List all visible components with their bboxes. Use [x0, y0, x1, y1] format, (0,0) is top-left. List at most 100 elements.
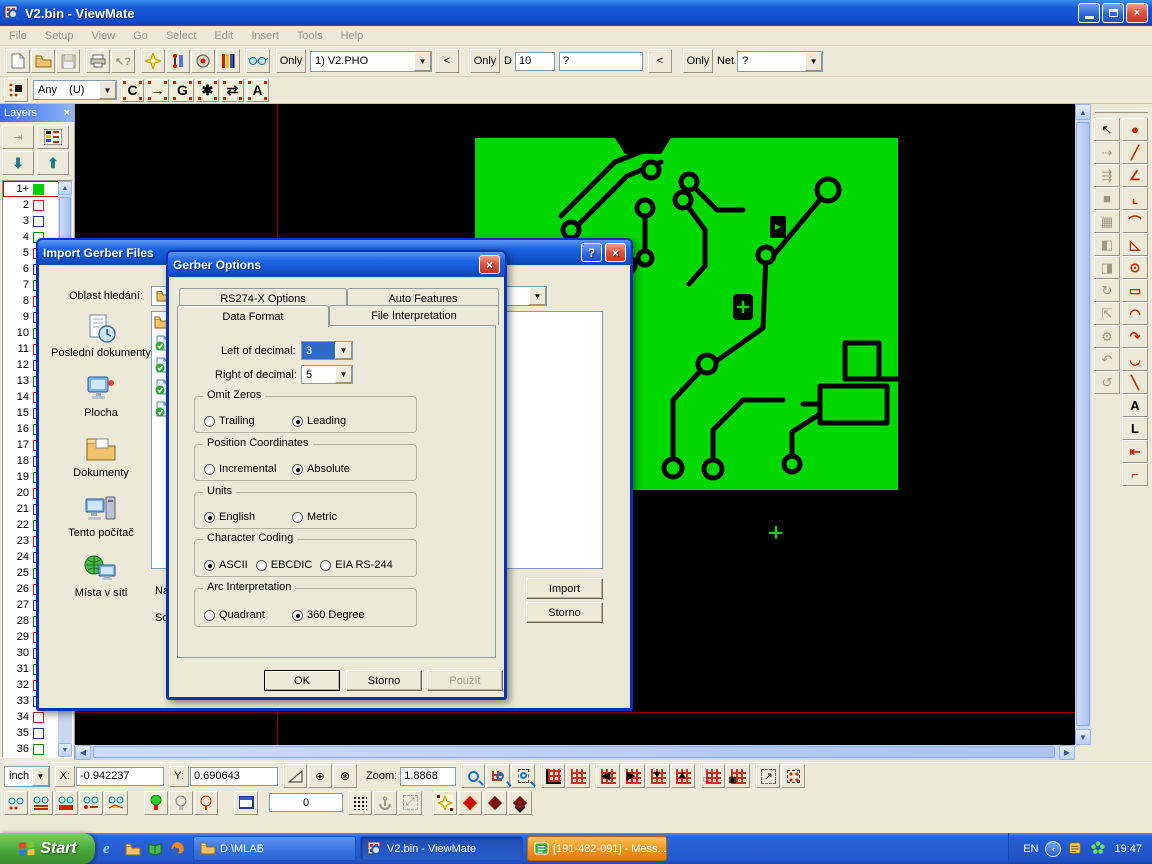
zoom-value-field[interactable]: 1.8868	[400, 767, 456, 786]
text-tool[interactable]: A	[1122, 394, 1148, 417]
print-button[interactable]	[86, 49, 110, 73]
left-of-decimal-select[interactable]: 3 ▼	[301, 341, 353, 360]
tray-icq-icon[interactable]	[1091, 841, 1107, 857]
radio-unselected-icon[interactable]	[204, 610, 215, 621]
radio-option-trailing[interactable]: Trailing	[204, 415, 292, 427]
dcode-c-button[interactable]: C	[121, 79, 144, 102]
dcode-flash-button[interactable]: ✱	[196, 79, 219, 102]
unit-select-dropdown[interactable]: ▼	[32, 767, 49, 786]
arc-up-tool[interactable]: ◠	[1122, 302, 1148, 325]
net-select-dropdown[interactable]: ▼	[805, 52, 822, 71]
mirror-h-tool[interactable]: ◧	[1094, 233, 1120, 256]
menu-item-file[interactable]: File	[0, 28, 36, 44]
radio-unselected-icon[interactable]	[256, 560, 267, 571]
layer-color-swatch[interactable]	[33, 184, 44, 195]
view-glasses-button[interactable]	[246, 49, 270, 73]
menu-item-select[interactable]: Select	[157, 28, 206, 44]
rotate-tool[interactable]: ↻	[1094, 279, 1120, 302]
gerber-dialog-close-button[interactable]: ×	[479, 255, 500, 274]
gerber-cancel-button[interactable]: Storno	[346, 670, 422, 691]
place-recent[interactable]: Poslední dokumenty	[49, 313, 153, 359]
radio-option-360-degree[interactable]: 360 Degree	[292, 609, 365, 621]
menu-item-tools[interactable]: Tools	[288, 28, 332, 44]
only-dcode-toggle[interactable]: Only	[470, 49, 500, 73]
menu-item-insert[interactable]: Insert	[242, 28, 288, 44]
lamp-outline-button[interactable]	[194, 791, 218, 815]
quicklaunch-folder-icon[interactable]	[125, 841, 141, 857]
move-points-tool[interactable]: ⇶	[1094, 164, 1120, 187]
dcode-move-button[interactable]: →	[146, 79, 169, 102]
menu-item-setup[interactable]: Setup	[36, 28, 83, 44]
gerber-dialog-titlebar[interactable]: Gerber Options ×	[168, 252, 505, 277]
taskbar-task-v2-bin-viewmate[interactable]: V2.bin - ViewMate	[360, 836, 523, 861]
taskbar-task--191-482-091-mess-[interactable]: [191-482-091] - Mess...	[527, 836, 667, 861]
new-file-button[interactable]	[6, 49, 30, 73]
layer-color-swatch[interactable]	[33, 200, 44, 211]
settings-tool[interactable]: ⚙	[1094, 325, 1120, 348]
menu-item-go[interactable]: Go	[124, 28, 157, 44]
zoom-window-button[interactable]	[511, 764, 535, 788]
aperture-type-select[interactable]: Any (U) ▼	[33, 80, 117, 100]
layer-select-dropdown[interactable]: ▼	[414, 52, 431, 71]
horizontal-scrollbar[interactable]: ◀ ▶	[75, 745, 1075, 760]
place-desktop[interactable]: Plocha	[49, 373, 153, 419]
aperture-grid-button[interactable]	[4, 78, 28, 102]
selection-count-field[interactable]: 0	[269, 793, 343, 812]
highlight-state-button[interactable]	[144, 791, 168, 815]
anchor-button[interactable]	[373, 791, 397, 815]
select-cursor-tool[interactable]: ↖	[1094, 118, 1120, 141]
view-draw-dots-button[interactable]	[4, 791, 28, 815]
layer-setup-button[interactable]	[37, 125, 69, 149]
measure-distance-button[interactable]: ↗	[756, 764, 780, 788]
route-corner-tool[interactable]: ⌐	[1122, 463, 1148, 486]
radio-unselected-icon[interactable]	[320, 560, 331, 571]
quicklaunch-firefox-icon[interactable]	[169, 841, 185, 857]
horizontal-scroll-thumb[interactable]	[93, 746, 1055, 758]
restore-button[interactable]	[1102, 3, 1124, 23]
radio-unselected-icon[interactable]	[204, 416, 215, 427]
radio-option-incremental[interactable]: Incremental	[204, 463, 292, 475]
grid-toggle-button[interactable]	[348, 791, 372, 815]
tile-windows-button[interactable]	[234, 791, 258, 815]
right-of-decimal-dropdown[interactable]: ▼	[335, 366, 352, 383]
radio-option-ascii[interactable]: ASCII	[204, 559, 248, 571]
prev-dcode-button[interactable]: <	[648, 49, 672, 73]
radio-option-english[interactable]: English	[204, 511, 292, 523]
open-file-button[interactable]	[31, 49, 55, 73]
dcode-text-button[interactable]: A	[246, 79, 269, 102]
pad-corner-button[interactable]	[508, 791, 532, 815]
look-in-dropdown[interactable]: ▼	[529, 287, 546, 305]
dcode-g-button[interactable]: G	[171, 79, 194, 102]
left-of-decimal-dropdown[interactable]: ▼	[335, 342, 352, 359]
flash-mode-button[interactable]	[433, 791, 457, 815]
minimize-button[interactable]	[1078, 3, 1100, 23]
place-documents[interactable]: Dokumenty	[49, 433, 153, 479]
fill-tool[interactable]: ■	[1094, 187, 1120, 210]
target-point-button[interactable]	[191, 49, 215, 73]
radio-selected-icon[interactable]	[292, 464, 303, 475]
close-button[interactable]: ×	[1126, 3, 1148, 23]
align-tool[interactable]: ⇱	[1094, 302, 1120, 325]
zoom-selection-button[interactable]	[486, 764, 510, 788]
redo-tool[interactable]: ↺	[1094, 371, 1120, 394]
layer-color-swatch[interactable]	[33, 216, 44, 227]
y-coordinate-field[interactable]: 0.690643	[190, 767, 278, 786]
layer-up-button[interactable]: ⬆	[37, 151, 69, 175]
right-of-decimal-select[interactable]: 5 ▼	[301, 365, 353, 384]
tab-data-format[interactable]: Data Format	[177, 305, 329, 327]
radio-selected-icon[interactable]	[204, 560, 215, 571]
spline-tool[interactable]: ⌒	[1122, 210, 1148, 233]
quicklaunch-book-icon[interactable]	[147, 841, 163, 857]
polyline-tool[interactable]: ∠	[1122, 164, 1148, 187]
radio-selected-icon[interactable]	[204, 512, 215, 523]
prev-layer-button[interactable]: <	[435, 49, 459, 73]
scroll-down-button[interactable]: ▼	[1075, 729, 1091, 745]
radio-option-metric[interactable]: Metric	[292, 511, 337, 523]
tray-collapse-icon[interactable]: ‹	[1045, 841, 1061, 857]
language-indicator[interactable]: EN	[1023, 843, 1038, 855]
menu-item-edit[interactable]: Edit	[205, 28, 242, 44]
zoom-tool-button[interactable]	[461, 764, 485, 788]
rectangle-tool[interactable]: ▭	[1122, 279, 1148, 302]
circle-tool[interactable]: ⊙	[1122, 256, 1148, 279]
toolbar-grip[interactable]	[1095, 110, 1148, 113]
